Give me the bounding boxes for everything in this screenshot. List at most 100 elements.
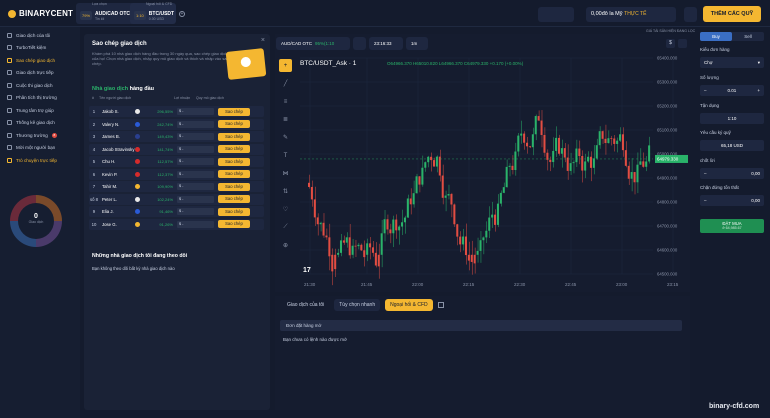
leverage-field[interactable]: 1:10 [700,113,764,124]
sidebar-item[interactable]: Thương trường 8 [0,129,80,142]
sidebar-item[interactable]: Giao dịch trực tiếp [0,67,80,80]
sidebar-item[interactable]: Thống kê giao dịch [0,117,80,130]
candle-body [334,254,337,270]
sell-tab[interactable]: Sell [732,32,764,41]
qty-stepper[interactable]: – 0.01 + [700,85,764,96]
ruler-icon[interactable]: ⟋ [279,221,292,234]
copy-button[interactable]: Sao chép [218,145,250,153]
pattern-icon[interactable]: ⋈ [279,167,292,180]
zoom-icon[interactable]: ⊕ [279,239,292,252]
add-asset-icon[interactable]: + [179,11,185,17]
measure-icon[interactable]: ⇅ [279,185,292,198]
minus-icon[interactable]: – [704,171,707,176]
candle-body [371,247,374,253]
trade-amount-input[interactable]: $ - [177,195,214,203]
fib-icon[interactable]: ≣ [279,113,292,126]
interval-selector[interactable]: 1m [406,36,428,50]
copy-button[interactable]: Sao chép [218,182,250,191]
stop-loss-field[interactable]: – 0,00 [700,195,764,206]
take-profit-label: chốt lời [700,158,715,163]
user-icon[interactable] [684,7,697,22]
buy-sell-toggle[interactable]: Buy Sell [700,32,764,41]
trader-rank: 7 [92,184,96,189]
tab-quick-options[interactable]: Tùy chọn nhanh [334,299,381,311]
trade-amount-input[interactable]: $ - [177,183,214,190]
trade-amount-input[interactable]: $ - [177,133,214,140]
copy-button[interactable]: Sao chép [218,195,250,203]
indicators-icon[interactable] [353,36,366,50]
hline-icon[interactable]: ≡ [279,95,292,108]
trade-amount-input[interactable]: $ - [177,108,214,115]
candle-body [444,195,447,198]
sidebar-item[interactable]: TurboTiết kiệm [0,42,80,55]
drawing-icon[interactable] [444,37,454,50]
close-icon[interactable]: × [261,37,265,44]
minus-icon[interactable]: – [704,198,707,203]
take-profit-field[interactable]: – 0,00 [700,168,764,179]
minus-icon[interactable]: – [704,88,707,93]
brand-name: BINARYCENT [19,9,74,18]
pending-orders-row[interactable]: Đơn đặt hàng mở [280,320,682,331]
trade-amount-input[interactable]: $ - [177,220,214,228]
order-form: Buy Sell Kiểu đơn hàng Chợ ▾ Số lượng – 0.0… [696,27,770,418]
tab-forex-cfd[interactable]: Ngoại hối & CFD [385,299,433,311]
copy-button[interactable]: Sao chép [218,132,250,141]
copy-button[interactable]: Sao chép [218,170,250,178]
sidebar-item[interactable]: Sao chép giao dịch [0,54,80,67]
donut-value: 0 [34,213,38,220]
candle-body [595,145,598,159]
asset-tab-btcusdt[interactable]: Ngoại hối & CFD 1:10 BTC/USDT 0.00 USD [130,2,176,24]
trade-amount-input[interactable]: $ - [177,170,214,178]
sidebar-item[interactable]: Phân tích thị trường [0,92,80,105]
brush-icon[interactable]: ✎ [279,131,292,144]
sidebar-item[interactable]: Giao dịch của tôi [0,29,80,42]
brand-logo[interactable]: BINARYCENT [8,9,73,18]
layout-icon[interactable] [678,39,687,48]
trendline-icon[interactable]: ╱ [279,77,292,90]
trader-name: Jose G. [102,221,117,227]
copy-button[interactable]: Sao chép [218,107,250,116]
sidebar-label: Giao dịch của tôi [16,32,51,38]
sidebar-item[interactable]: Trung tâm trợ giúp [0,104,80,117]
balance-selector[interactable]: 0,00đô la Mỹ THỰC TẾ [586,7,676,22]
copy-button[interactable]: Sao chép [218,157,250,166]
copy-button[interactable]: Sao chép [218,207,250,216]
chart-type-icon[interactable] [431,37,441,50]
price-chart[interactable]: 65400.000 65300.000 65200.000 65100.000 6500… [275,34,690,292]
sidebar-label: Cuộc thi giao dịch [16,82,53,88]
asset-sub: 0.00 USD [148,16,164,21]
sidebar-item[interactable]: Trò chuyện trực tiếp [0,154,80,167]
following-title: Những nhà giao dịch tôi đang theo dõi [92,253,188,259]
crosshair-icon[interactable]: + [279,59,292,72]
candle-body [403,217,406,223]
buy-button[interactable]: ĐẶT MUA ở 64,985.67 [700,219,764,233]
candle-body [424,162,427,168]
copy-button[interactable]: Sao chép [218,220,250,228]
trade-amount-input[interactable]: $ - [177,158,214,165]
buy-tab[interactable]: Buy [700,32,732,41]
y-tick-label: 64500.000 [657,272,678,277]
candle-body [569,163,572,171]
heart-icon[interactable]: ♡ [279,203,292,216]
sidebar-item[interactable]: Mời một người bạn [0,142,80,155]
trade-amount-input[interactable]: $ - [177,145,214,153]
calendar-icon[interactable] [437,302,444,308]
add-funds-button[interactable]: THÊM CÁC QUỸ [703,6,761,22]
dollar-icon[interactable]: $ [666,39,675,48]
candle-body [369,243,372,248]
order-type-select[interactable]: Chợ ▾ [700,57,764,68]
text-icon[interactable]: T [279,149,292,162]
asset-tab-audcad[interactable]: Lựa chọn 79% AUD/CAD OTC Tin lối [76,2,136,24]
candle-body [453,204,456,225]
academy-icon[interactable] [538,7,574,22]
copy-button[interactable]: Sao chép [218,120,250,128]
plus-icon[interactable]: + [757,88,760,93]
pair-selector[interactable]: AUD/CAD OTC 95%(1:10 [276,36,350,50]
candle-body [520,133,523,136]
trade-amount-input[interactable]: $ - [177,208,214,215]
asset-tab-caption: Lựa chọn [92,2,107,6]
trade-amount-input[interactable]: $ - [177,120,214,128]
sidebar-label: Thương trường [16,132,48,138]
sidebar-item[interactable]: Cuộc thi giao dịch [0,79,80,92]
candle-body [528,146,531,148]
